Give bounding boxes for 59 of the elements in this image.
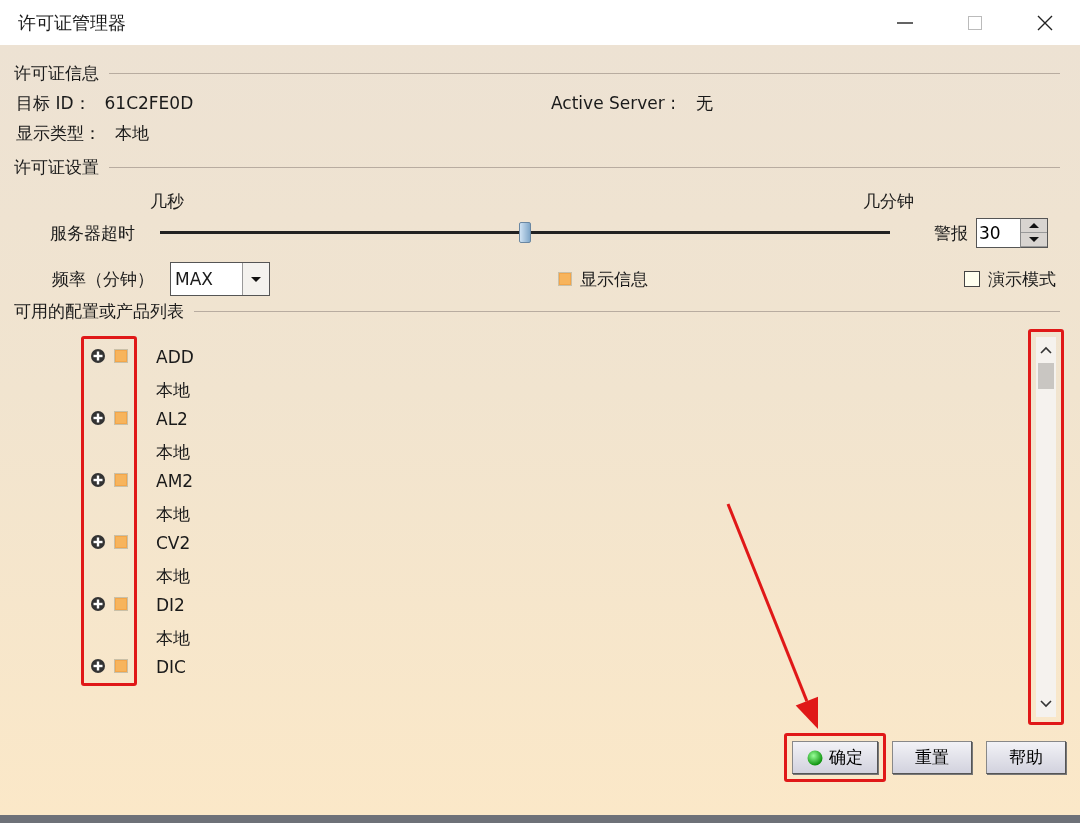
expand-icon[interactable] [90,348,106,364]
close-icon [1037,14,1053,31]
field-label: 显示类型： [16,121,101,145]
checkbox-icon[interactable] [964,271,980,287]
product-location: 本地 [156,503,191,526]
product-location: 本地 [156,441,190,464]
checkbox-icon[interactable] [114,535,128,549]
product-name[interactable]: DI2 [156,593,190,617]
minimize-icon [897,21,913,24]
field-value: 无 [695,91,713,115]
scrollbar[interactable] [1036,337,1056,717]
checkbox-icon[interactable] [114,597,128,611]
field-label: Active Server : [551,93,676,113]
expand-icon[interactable] [90,658,106,674]
slider-max-label: 几分钟 [863,190,914,213]
field-value: 61C2FE0D [104,93,194,113]
section-heading: 许可证信息 [14,61,99,85]
caret-icon [250,275,262,283]
slider-min-label: 几秒 [150,190,184,213]
checkbox-label: 演示模式 [988,267,1056,291]
status-light-icon [807,749,823,766]
product-name[interactable]: CV2 [156,531,191,555]
product-location: 本地 [156,565,191,588]
scroll-down-icon [1040,700,1052,708]
checkbox-label: 显示信息 [580,267,648,291]
dialog-button[interactable]: 帮助 [986,741,1066,774]
field-label: 目标 ID： [16,91,91,115]
field-value: 本地 [115,121,149,145]
product-name[interactable]: AM2 [156,469,194,493]
up-arrow-icon [1028,222,1040,229]
expand-icon[interactable] [90,596,106,612]
product-name[interactable]: DIC [156,655,186,679]
product-name[interactable]: AL2 [156,407,190,431]
spinner-field[interactable]: 30 [976,218,1020,248]
dialog-button[interactable]: 重置 [892,741,972,774]
section-heading: 可用的配置或产品列表 [14,299,184,323]
product-name[interactable]: ADD [156,345,194,369]
frequency-dropdown[interactable]: MAX [170,262,270,296]
section-heading: 许可证设置 [14,155,99,179]
scroll-up-icon [1040,346,1052,354]
checkbox-icon[interactable] [114,411,128,425]
spinner-label: 警报 [934,221,968,245]
down-arrow-icon [1028,236,1040,243]
window-title: 许可证管理器 [18,10,126,35]
product-location: 本地 [156,379,191,402]
expand-icon[interactable] [90,410,106,426]
ok-button[interactable]: 确定 [792,741,878,774]
checkbox-icon[interactable] [558,272,572,286]
expand-icon[interactable] [90,472,106,488]
slider-label: 服务器超时 [50,221,136,245]
slider-thumb[interactable] [519,222,531,243]
maximize-icon [967,14,983,31]
product-location: 本地 [156,627,190,650]
checkbox-icon[interactable] [114,659,128,673]
checkbox-icon[interactable] [114,473,128,487]
scrollbar-thumb[interactable] [1038,363,1054,389]
dropdown-label: 频率（分钟） [52,267,155,291]
expand-icon[interactable] [90,534,106,550]
checkbox-icon[interactable] [114,349,128,363]
